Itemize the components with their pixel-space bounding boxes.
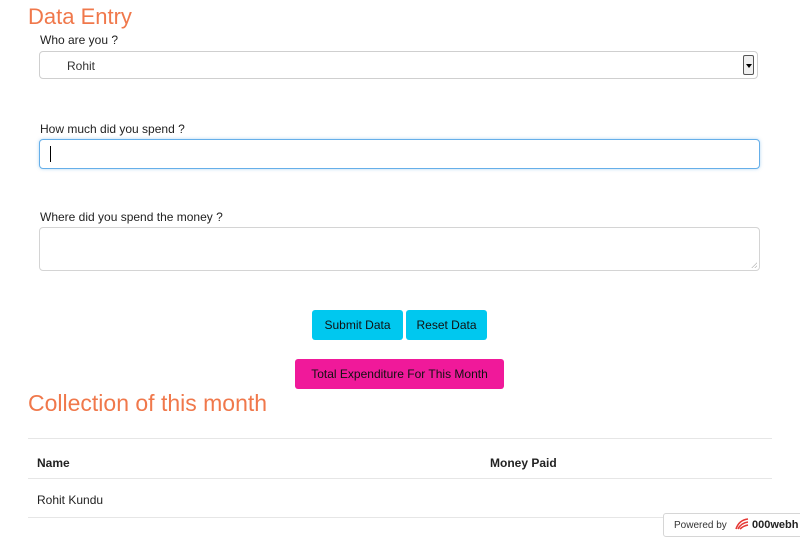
reset-data-button[interactable]: Reset Data bbox=[406, 310, 487, 340]
resize-grip-icon[interactable] bbox=[751, 262, 757, 268]
table-divider bbox=[28, 438, 772, 439]
000webhost-logo-icon bbox=[735, 518, 749, 530]
where-label: Where did you spend the money ? bbox=[40, 210, 223, 224]
chevron-down-icon[interactable] bbox=[743, 55, 754, 75]
page-title: Data Entry bbox=[28, 4, 132, 29]
column-header-name: Name bbox=[37, 456, 70, 470]
spend-input[interactable] bbox=[39, 139, 760, 169]
who-label: Who are you ? bbox=[40, 33, 119, 47]
powered-by-brand: 000webh bbox=[752, 519, 799, 531]
total-expenditure-button[interactable]: Total Expenditure For This Month bbox=[295, 359, 504, 389]
column-header-money-paid: Money Paid bbox=[490, 456, 557, 470]
text-caret bbox=[50, 146, 51, 162]
where-textarea[interactable] bbox=[39, 227, 760, 271]
who-select-value: Rohit bbox=[67, 59, 96, 73]
collection-title: Collection of this month bbox=[28, 390, 268, 416]
spend-label: How much did you spend ? bbox=[40, 122, 185, 136]
who-select[interactable]: Rohit bbox=[39, 51, 758, 79]
powered-by-badge[interactable]: Powered by 000webh bbox=[663, 513, 800, 537]
table-divider bbox=[28, 478, 772, 479]
table-divider bbox=[28, 517, 772, 518]
powered-by-text: Powered by bbox=[674, 520, 727, 531]
table-cell-name: Rohit Kundu bbox=[37, 493, 104, 507]
submit-data-button[interactable]: Submit Data bbox=[312, 310, 403, 340]
